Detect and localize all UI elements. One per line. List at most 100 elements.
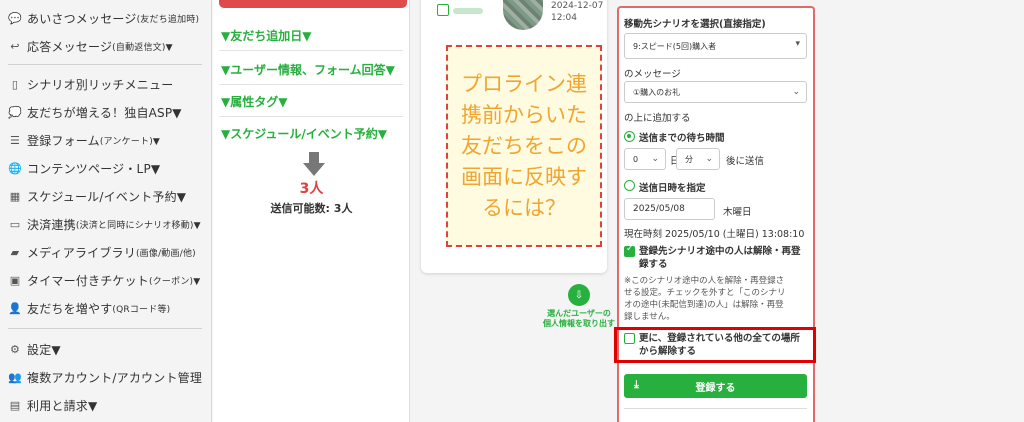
sidebar-item-label: 決済連携 bbox=[27, 217, 76, 232]
user-select-checkbox[interactable] bbox=[437, 4, 449, 16]
sidebar-item-label: 友だちが増える！独自ASP▼ bbox=[27, 105, 182, 120]
minutes-select[interactable]: 分 ⌄ bbox=[676, 148, 720, 170]
sidebar-divider bbox=[8, 328, 202, 329]
download-icon: ⤓ bbox=[634, 378, 639, 391]
list-icon: ☰ bbox=[9, 133, 21, 147]
arrow-down-icon bbox=[303, 152, 325, 176]
message-select-value: ①購入のお礼 bbox=[633, 87, 681, 97]
message-select[interactable]: ①購入のお礼 ⌄ bbox=[624, 81, 807, 103]
sidebar-item-add-friends[interactable]: 👤 友だちを増やす (QRコード等) bbox=[8, 296, 170, 320]
unregister-all-checkbox[interactable] bbox=[624, 333, 635, 344]
chat-bubble-icon: 💬 bbox=[8, 11, 22, 25]
sidebar-item-greeting[interactable]: 💬 あいさつメッセージ (友だち追加時) bbox=[8, 6, 199, 30]
sidebar-item-label: コンテンツページ・LP▼ bbox=[27, 161, 161, 176]
user-date-time: 12:04 bbox=[551, 13, 577, 23]
filter-column: ▼友だち追加日▼ ▼ユーザー情報、フォーム回答▼ ▼属性タグ▼ ▼スケジュール/… bbox=[213, 0, 410, 422]
sidebar-item-form[interactable]: ☰ 登録フォーム (アンケート)▼ bbox=[8, 128, 160, 152]
sidebar-divider bbox=[8, 64, 202, 65]
datetime-radio[interactable] bbox=[624, 180, 635, 191]
gear-icon: ⚙ bbox=[9, 342, 21, 356]
sidebar-item-label: 友だちを増やす bbox=[27, 301, 113, 316]
unregister-line-1: 更に、登録されている他の全ての場所 bbox=[639, 333, 800, 344]
note-line-1: ※このシナリオ途中の人を解除・再登録さ bbox=[624, 276, 785, 286]
sidebar-item-label: メディアライブラリ bbox=[27, 245, 136, 260]
sidebar-item-sub: (決済と同時にシナリオ移動)▼ bbox=[75, 220, 201, 231]
sidebar-item-sub: (アンケート)▼ bbox=[99, 136, 161, 147]
sidebar-item-sub: (クーポン)▼ bbox=[149, 276, 201, 287]
sidebar-item-sub: (QRコード等) bbox=[112, 304, 171, 315]
sidebar-item-rich-menu[interactable]: ▯ シナリオ別リッチメニュー bbox=[8, 72, 173, 96]
wait-time-label: 送信までの待ち時間 bbox=[639, 133, 725, 144]
caret-down-icon: ▾ bbox=[795, 39, 800, 49]
sidebar-item-billing[interactable]: ▤ 利用と請求▼ bbox=[8, 393, 98, 417]
note-line-2: せる設定。チェックを外すと「このシナリ bbox=[624, 288, 786, 298]
avatar bbox=[503, 0, 543, 30]
user-card: 2024-12-07 12:04 プロライン連携前からいた友だちをこの画面に反映す… bbox=[421, 0, 607, 273]
credit-card-icon: ▭ bbox=[9, 217, 21, 231]
wait-time-radio[interactable] bbox=[624, 131, 635, 142]
sidebar-item-ticket[interactable]: ▣ タイマー付きチケット (クーポン)▼ bbox=[8, 268, 200, 292]
rereg-note: ※このシナリオ途中の人を解除・再登録さ せる設定。チェックを外すと「このシナリ オの… bbox=[624, 275, 786, 323]
panel-divider bbox=[624, 408, 807, 409]
rereg-checkbox[interactable] bbox=[624, 244, 635, 257]
sidebar-item-settings[interactable]: ⚙ 設定▼ bbox=[8, 337, 61, 361]
days-select[interactable]: 0 ⌄ bbox=[624, 148, 666, 170]
user-list-column: 2024-12-07 12:04 プロライン連携前からいた友だちをこの画面に反映す… bbox=[411, 0, 615, 422]
filter-add-date[interactable]: ▼友だち追加日▼ bbox=[219, 20, 403, 51]
sendable-count: 送信可能数: 3人 bbox=[270, 202, 353, 215]
sidebar-item-asp[interactable]: 💭 友だちが増える！独自ASP▼ bbox=[8, 100, 182, 124]
sidebar-item-accounts[interactable]: 👥 複数アカウント/アカウント管理 bbox=[8, 365, 202, 389]
scenario-select-label: 移動先シナリオを選択(直接指定) bbox=[624, 19, 766, 30]
accounts-icon: 👥 bbox=[8, 370, 22, 384]
folder-icon: ▰ bbox=[10, 245, 20, 259]
register-button[interactable]: ⤓ 登録する bbox=[624, 374, 807, 398]
chevron-down-icon: ⌄ bbox=[651, 154, 659, 164]
question-note: プロライン連携前からいた友だちをこの画面に反映するには？ bbox=[446, 45, 602, 247]
sidebar-item-schedule[interactable]: ▦ スケジュール/イベント予約▼ bbox=[8, 184, 186, 208]
sidebar-item-sub: (自動返信文)▼ bbox=[112, 42, 173, 53]
sidebar-item-content-page[interactable]: 🌐 コンテンツページ・LP▼ bbox=[8, 156, 160, 180]
unregister-all-label: 更に、登録されている他の全ての場所 から解除する bbox=[639, 332, 800, 358]
sidebar-item-media[interactable]: ▰ メディアライブラリ (画像/動画/他) bbox=[8, 240, 196, 264]
days-value: 0 bbox=[633, 154, 639, 164]
calendar-icon: ▦ bbox=[9, 189, 21, 203]
current-time: 現在時刻 2025/05/10 (土曜日) 13:08:10 bbox=[624, 229, 805, 240]
sidebar-item-auto-reply[interactable]: ↩ 応答メッセージ (自動返信文)▼ bbox=[8, 34, 173, 58]
download-file-icon: ⇩ bbox=[568, 284, 590, 306]
rereg-line-2: 録する bbox=[639, 259, 668, 270]
weekday-label: 木曜日 bbox=[723, 207, 752, 218]
export-user-info-button[interactable]: ⇩ 選んだユーザーの 個人情報を取り出す bbox=[529, 284, 629, 329]
rereg-line-1: 登録先シナリオ途中の人は解除・再登 bbox=[639, 246, 801, 257]
sidebar-item-label: 設定▼ bbox=[27, 342, 61, 357]
filter-tags[interactable]: ▼属性タグ▼ bbox=[219, 86, 403, 117]
reply-icon: ↩ bbox=[10, 39, 20, 53]
datetime-label: 送信日時を指定 bbox=[639, 183, 706, 194]
smartphone-icon: ▯ bbox=[11, 77, 19, 91]
date-input[interactable]: 2025/05/08 bbox=[624, 198, 715, 220]
scenario-select[interactable]: 9:スピード(5回)購入者 ▾ bbox=[624, 33, 807, 59]
user-date-day: 2024-12-07 bbox=[551, 1, 604, 11]
sidebar-item-label: 利用と請求▼ bbox=[27, 398, 98, 413]
user-name-blurred bbox=[453, 8, 483, 14]
chat-multi-icon: 💭 bbox=[8, 105, 22, 119]
add-above-label: の上に追加する bbox=[624, 113, 691, 124]
sidebar-item-label: タイマー付きチケット bbox=[27, 273, 150, 288]
filter-schedule[interactable]: ▼スケジュール/イベント予約▼ bbox=[219, 118, 403, 149]
red-header-button[interactable] bbox=[219, 0, 407, 8]
message-label: のメッセージ bbox=[624, 69, 681, 80]
ticket-icon: ▣ bbox=[9, 273, 21, 287]
note-line-4: 録しません。 bbox=[624, 312, 675, 322]
export-label-1: 選んだユーザーの bbox=[547, 309, 611, 318]
chevron-down-icon: ⌄ bbox=[705, 154, 713, 164]
minutes-value: 分 bbox=[685, 154, 693, 164]
filter-user-info[interactable]: ▼ユーザー情報、フォーム回答▼ bbox=[219, 54, 403, 85]
user-count: 3人 bbox=[299, 181, 324, 197]
rereg-label: 登録先シナリオ途中の人は解除・再登 録する bbox=[639, 245, 801, 271]
sidebar-item-payment[interactable]: ▭ 決済連携 (決済と同時にシナリオ移動)▼ bbox=[8, 212, 201, 236]
globe-icon: 🌐 bbox=[8, 161, 22, 175]
sidebar-item-sub: (画像/動画/他) bbox=[135, 248, 196, 259]
note-line-3: オの途中(未配信到達)の人」は解除・再登 bbox=[624, 300, 784, 310]
sidebar-item-label: 登録フォーム bbox=[27, 133, 100, 148]
sidebar-item-label: シナリオ別リッチメニュー bbox=[27, 77, 174, 92]
sidebar-item-sub: (友だち追加時) bbox=[136, 14, 200, 25]
